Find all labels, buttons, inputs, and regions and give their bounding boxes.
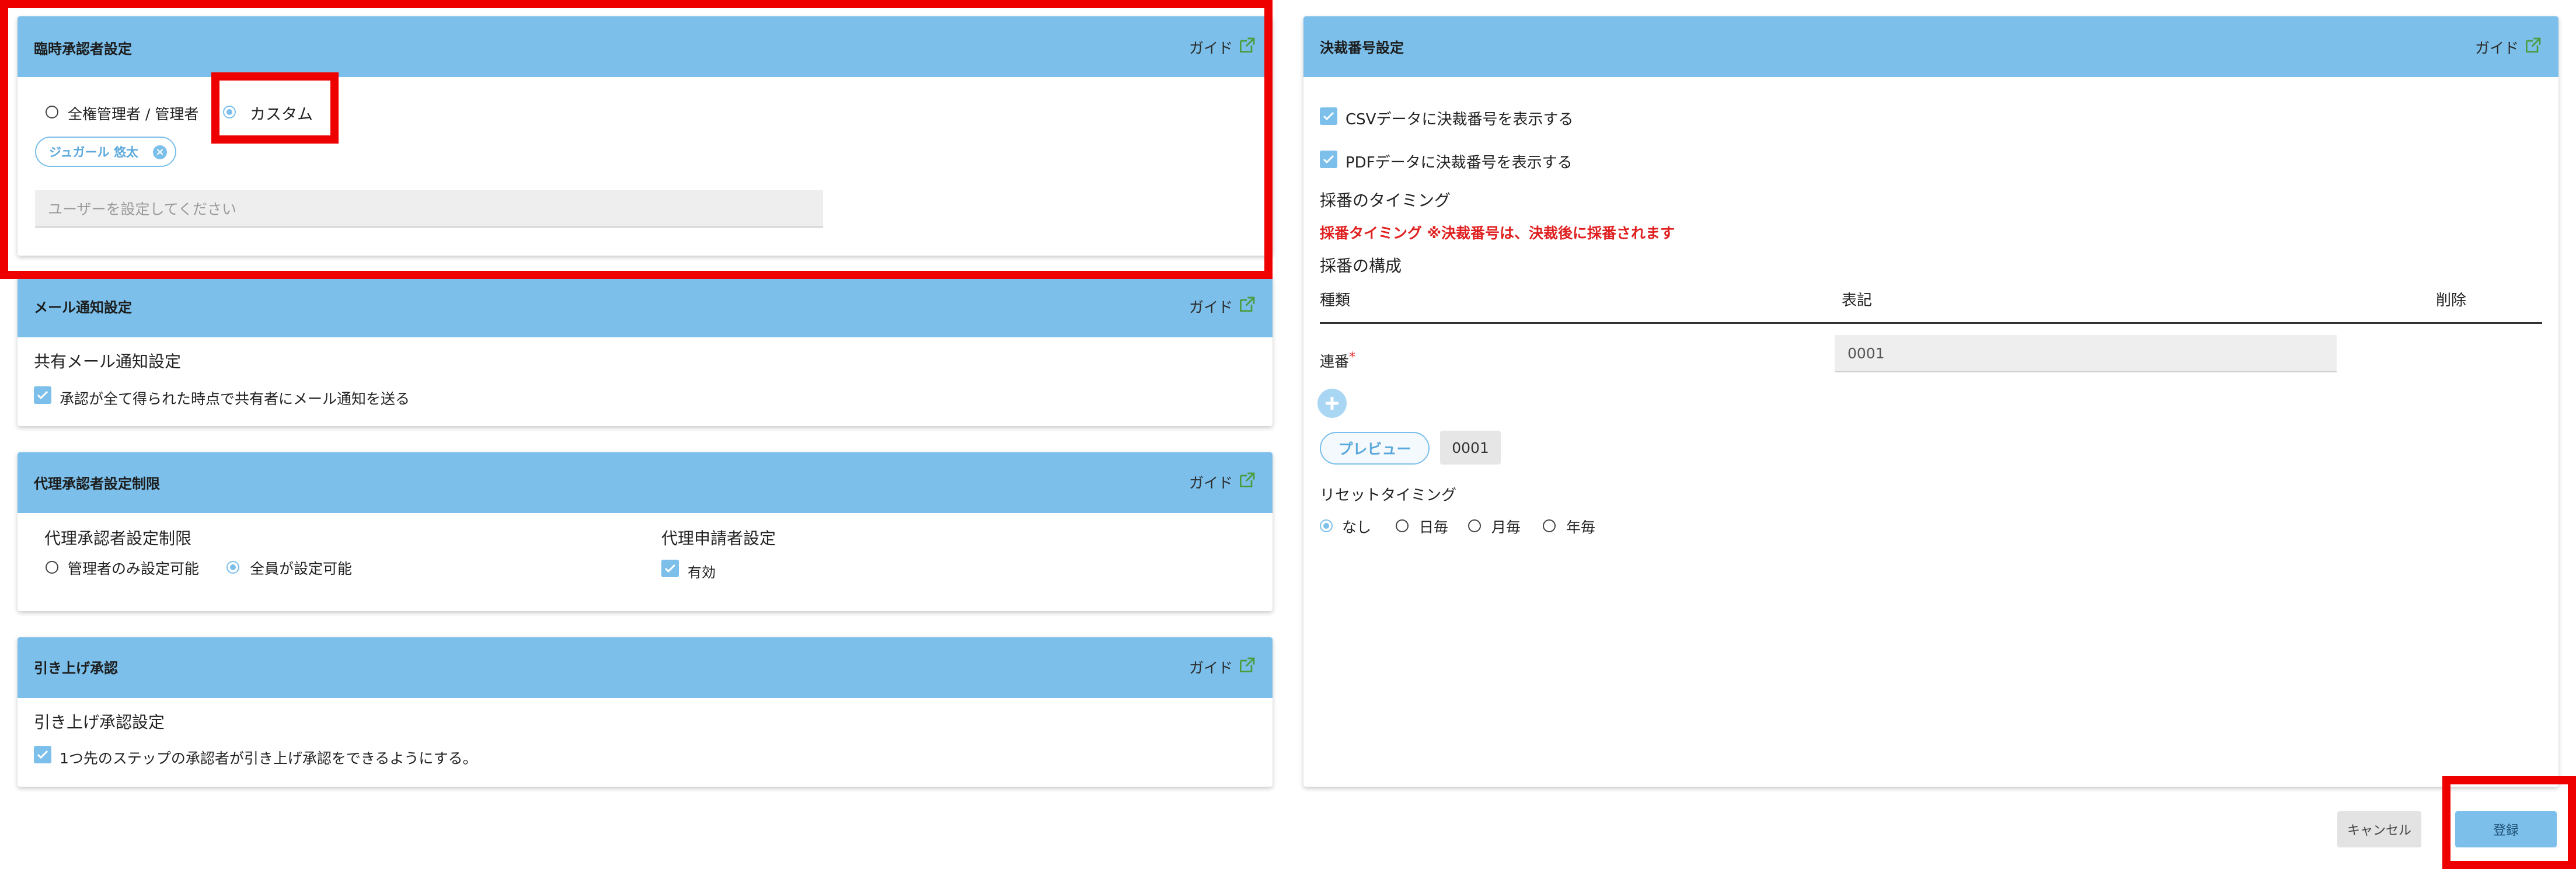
- proxy-limit-card: 代理承認者設定制限 ガイド 代理承認者設定制限 管理者のみ設定可能 全員が設定可…: [18, 452, 1273, 611]
- radio-reset-yearly-label: 年毎: [1566, 519, 1596, 536]
- preview-button-label: プレビュー: [1338, 441, 1411, 458]
- preview-value: 0001: [1440, 431, 1501, 465]
- pull-up-card: 引き上げ承認 ガイド 引き上げ承認設定 1つ先のステップの承認者が引き上げ承認を…: [18, 637, 1273, 787]
- proxy-limit-title: 代理承認者設定制限: [34, 476, 160, 492]
- pull-up-section: 引き上げ承認設定: [34, 713, 165, 732]
- table-header-divider: [1320, 322, 2542, 324]
- radio-reset-daily-label: 日毎: [1419, 519, 1449, 536]
- decision-number-title: 決裁番号設定: [1320, 40, 1404, 56]
- radio-admin-only[interactable]: [46, 561, 58, 574]
- proxy-enabled-checkbox[interactable]: [661, 560, 679, 577]
- external-link-icon: [1238, 471, 1256, 493]
- mail-notify-title: メール通知設定: [34, 299, 132, 316]
- proxy-limit-header: 代理承認者設定制限 ガイド: [18, 452, 1273, 513]
- timing-note: 採番タイミング ※決裁番号は、決裁後に採番されます: [1320, 225, 1675, 242]
- col-notation: 表記: [1842, 292, 1873, 309]
- cancel-button[interactable]: キャンセル: [2337, 811, 2421, 847]
- radio-everyone[interactable]: [226, 561, 239, 574]
- pull-up-guide-link[interactable]: ガイド: [1189, 656, 1256, 678]
- highlight-temp-approver: [0, 0, 1273, 279]
- radio-reset-monthly-label: 月毎: [1491, 519, 1521, 536]
- proxy-applicant-section: 代理申請者設定: [661, 529, 776, 548]
- radio-everyone-label: 全員が設定可能: [250, 560, 353, 577]
- plus-icon: [1326, 397, 1338, 410]
- pull-up-title: 引き上げ承認: [34, 660, 118, 676]
- pull-up-header: 引き上げ承認 ガイド: [18, 637, 1273, 698]
- mail-notify-guide-link[interactable]: ガイド: [1189, 295, 1256, 317]
- radio-reset-daily[interactable]: [1396, 519, 1409, 532]
- csv-checkbox-label: CSVデータに決裁番号を表示する: [1345, 111, 1574, 128]
- highlight-register-button: [2442, 776, 2576, 869]
- mail-notify-card: メール通知設定 ガイド 共有メール通知設定 承認が全て得られた時点で共有者にメー…: [18, 277, 1273, 426]
- table-row: 連番*: [1320, 350, 1355, 371]
- timing-heading: 採番のタイミング: [1320, 191, 1451, 210]
- proxy-limit-guide-link[interactable]: ガイド: [1189, 471, 1256, 493]
- decision-number-guide-link[interactable]: ガイド: [2475, 36, 2542, 58]
- decision-number-card: 決裁番号設定 ガイド CSVデータに決裁番号を表示する PDFデータに決裁番号を…: [1303, 16, 2558, 787]
- cancel-button-label: キャンセル: [2347, 823, 2411, 838]
- guide-label: ガイド: [2474, 40, 2519, 57]
- proxy-limit-section: 代理承認者設定制限: [44, 529, 192, 548]
- highlight-custom-option: [211, 72, 339, 144]
- mail-notify-checkbox[interactable]: [34, 386, 51, 404]
- csv-checkbox[interactable]: [1320, 107, 1337, 125]
- preview-value-text: 0001: [1452, 439, 1489, 456]
- external-link-icon: [2523, 36, 2542, 58]
- add-row-button[interactable]: [1317, 389, 1347, 418]
- preview-button[interactable]: プレビュー: [1320, 432, 1430, 465]
- radio-reset-monthly[interactable]: [1468, 519, 1481, 532]
- radio-reset-none[interactable]: [1320, 519, 1333, 532]
- required-mark: *: [1349, 350, 1356, 365]
- decision-number-header: 決裁番号設定 ガイド: [1303, 16, 2558, 77]
- reset-heading: リセットタイミング: [1320, 487, 1457, 504]
- col-type: 種類: [1320, 292, 1351, 309]
- proxy-enabled-label: 有効: [688, 564, 716, 581]
- pdf-checkbox-label: PDFデータに決裁番号を表示する: [1345, 154, 1573, 172]
- pull-up-checkbox-label: 1つ先のステップの承認者が引き上げ承認をできるようにする。: [60, 750, 477, 767]
- mail-notify-checkbox-label: 承認が全て得られた時点で共有者にメール通知を送る: [60, 390, 410, 407]
- external-link-icon: [1238, 656, 1256, 678]
- notation-input[interactable]: 0001: [1835, 335, 2337, 372]
- pdf-checkbox[interactable]: [1320, 151, 1337, 168]
- mail-notify-section: 共有メール通知設定: [34, 352, 182, 371]
- external-link-icon: [1238, 295, 1256, 317]
- guide-label: ガイド: [1188, 659, 1233, 676]
- mail-notify-header: メール通知設定 ガイド: [18, 277, 1273, 337]
- notation-value: 0001: [1848, 344, 1885, 362]
- guide-label: ガイド: [1188, 299, 1233, 316]
- radio-admin-only-label: 管理者のみ設定可能: [68, 560, 200, 577]
- radio-reset-yearly[interactable]: [1543, 519, 1556, 532]
- structure-heading: 採番の構成: [1320, 256, 1402, 275]
- row-type-label: 連番: [1320, 353, 1350, 370]
- radio-reset-none-label: なし: [1342, 519, 1372, 536]
- guide-label: ガイド: [1188, 474, 1233, 491]
- pull-up-checkbox[interactable]: [34, 746, 51, 763]
- col-delete: 削除: [2436, 292, 2467, 309]
